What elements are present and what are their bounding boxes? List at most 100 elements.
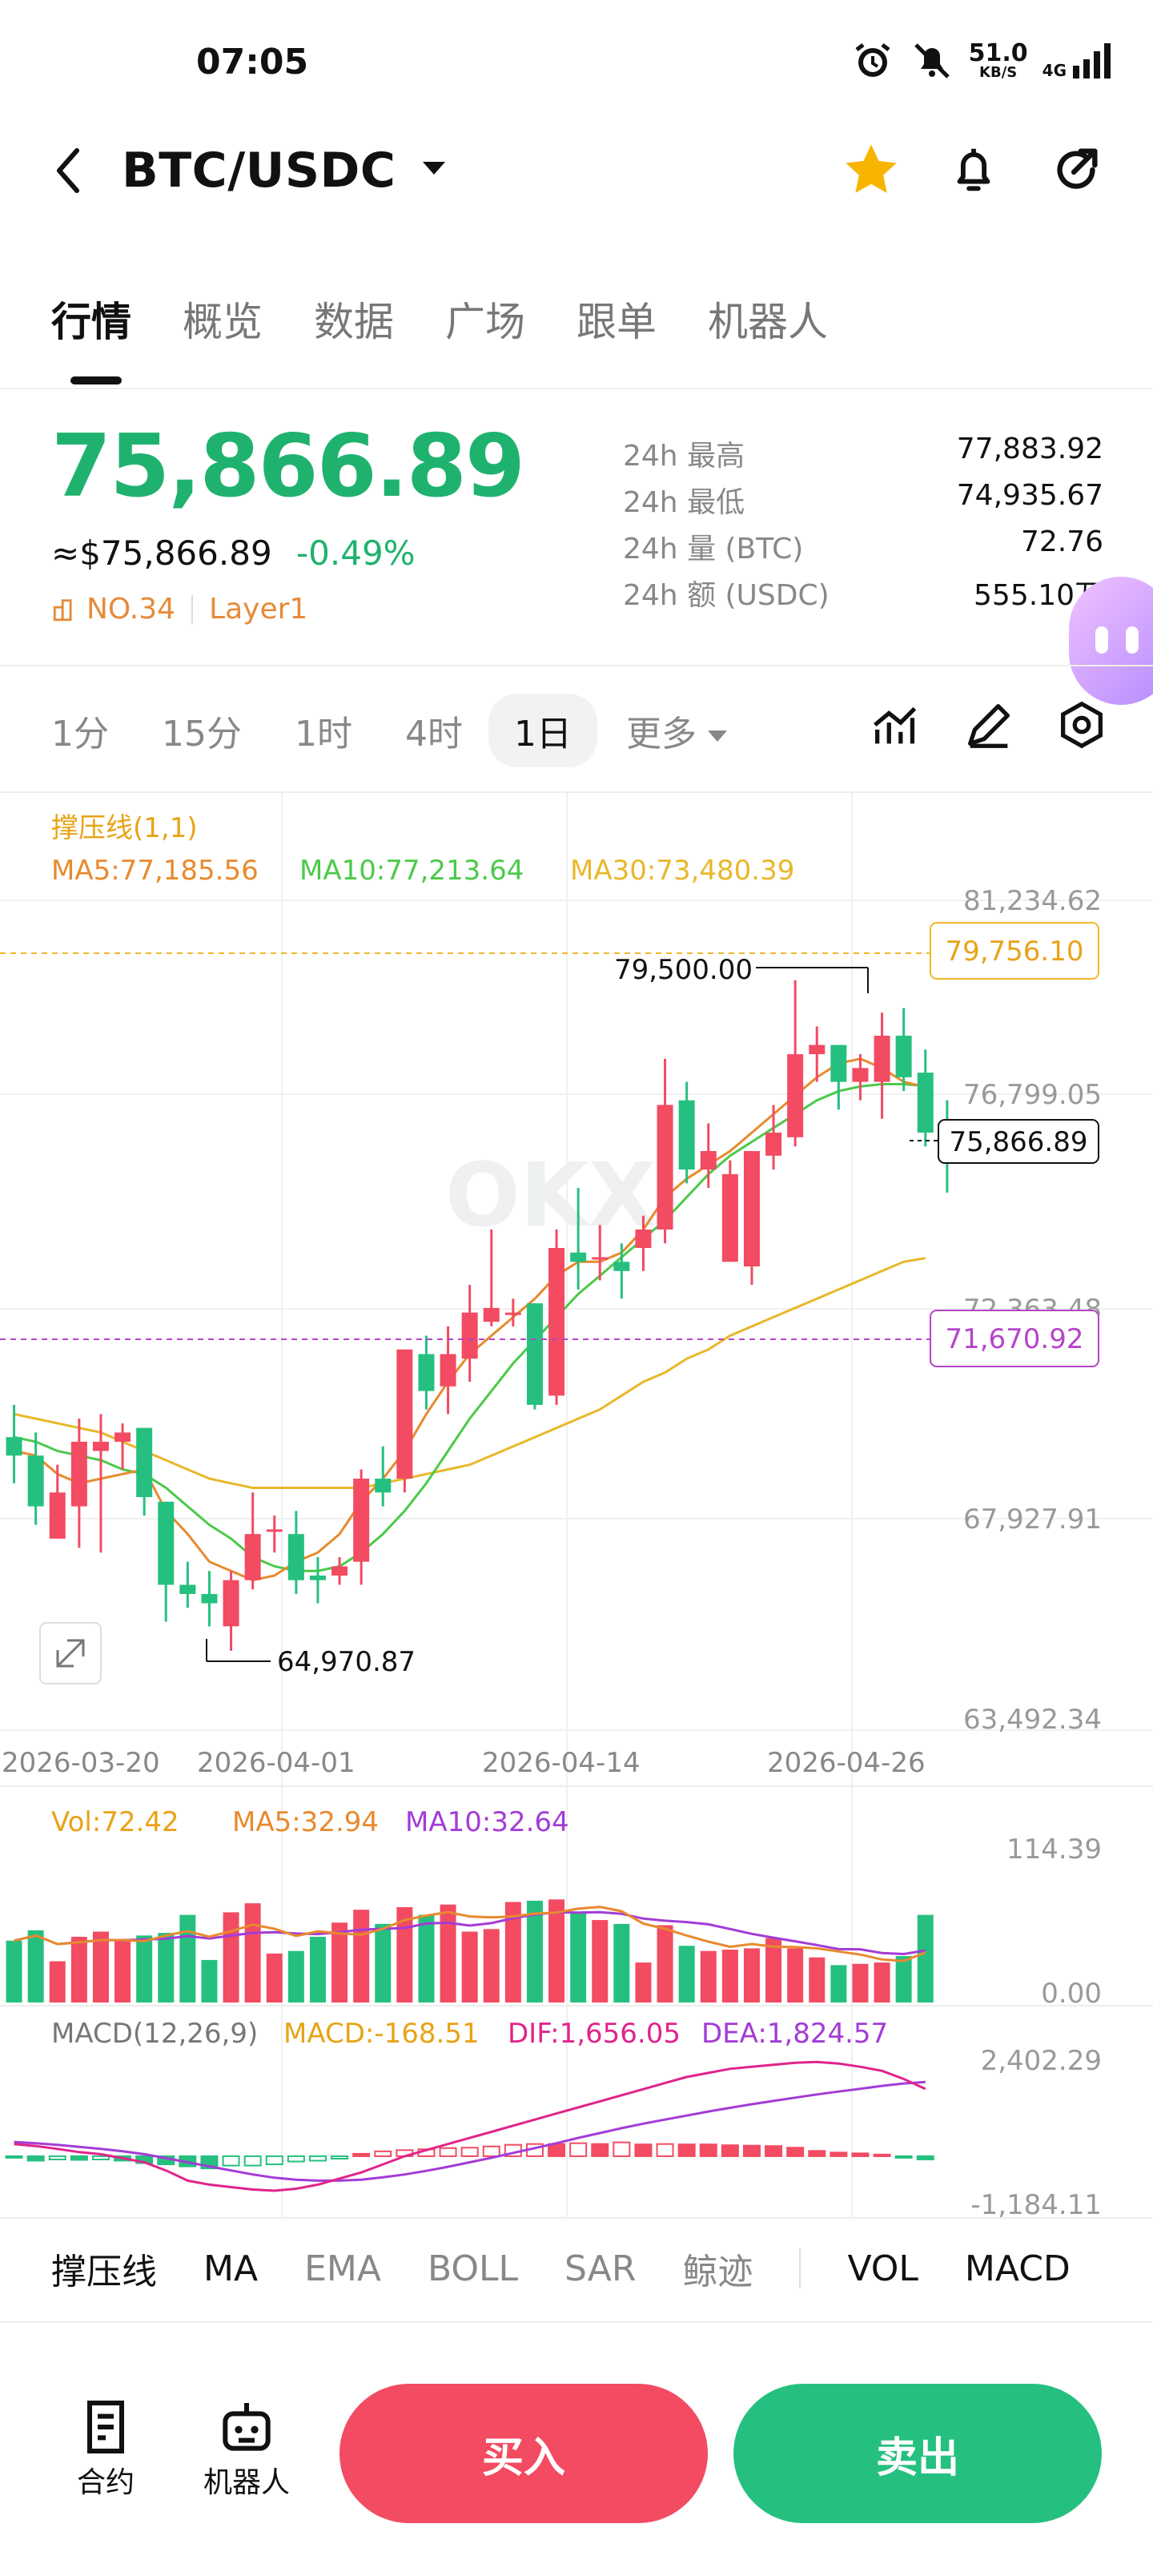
volume-bar [375,1923,392,2002]
indicator-ma[interactable]: MA [203,2248,258,2289]
kline-chart[interactable]: OKX 撑压线(1,1) MA5:77,185.56 MA10:77,213.6… [0,793,1153,2219]
indicator-sar[interactable]: SAR [564,2248,636,2289]
candle-body [223,1580,239,1627]
back-arrow-icon[interactable] [50,143,90,199]
volume-bar [418,1914,435,2002]
watermark-logo: OKX [445,1144,657,1246]
dea-value: DEA:1,824.57 [701,2018,888,2050]
rank-separator [191,594,194,624]
volume-bar [483,1929,500,2002]
nav-contract[interactable]: 合约 [74,2395,138,2501]
candle-body [874,1036,890,1082]
expand-chart-icon[interactable] [39,1622,102,1684]
volume-bar [852,1963,869,2002]
macd-bar [243,2155,262,2167]
stat-value: 74,935.67 [956,479,1103,512]
rank-row: NO.34 Layer1 [51,593,307,626]
volume-bar [158,1933,175,2002]
nav-robot[interactable]: 机器人 [203,2395,290,2501]
tab-overview[interactable]: 概览 [183,290,263,348]
tab-data[interactable]: 数据 [314,290,394,348]
pair-dropdown-caret-icon[interactable] [423,162,445,175]
settings-hexagon-icon[interactable] [1054,697,1110,753]
buy-button[interactable]: 买入 [339,2384,708,2523]
macd-bar [613,2141,631,2157]
candle-body [418,1354,435,1391]
indicator-icon[interactable] [868,697,924,753]
x-tick: 2026-04-01 [197,1747,356,1779]
macd-bar [460,2147,479,2157]
candle-body [809,1044,826,1055]
macd-bar [677,2143,696,2157]
candle-body [396,1349,413,1479]
stat-low: 24h 最低 74,935.67 [623,479,1103,525]
candle-body [787,1054,804,1137]
bottom-divider [0,2321,1153,2323]
pair-title[interactable]: BTC/USDC [122,143,396,199]
indicator-sr[interactable]: 撑压线 [51,2243,157,2294]
candle-body [461,1312,478,1359]
macd-bar [352,2152,371,2157]
tab-square[interactable]: 广场 [445,290,525,348]
stat-label: 24h 最低 [623,486,745,519]
macd-bar [808,2150,826,2157]
high-label: 79,500.00 [614,954,753,986]
net-speed-unit: KB/S [979,64,1018,81]
usd-price: ≈$75,866.89 [51,533,272,573]
period-1m[interactable]: 1分 [51,705,109,756]
candle-body [526,1303,543,1405]
candle-body [678,1100,695,1170]
share-icon[interactable] [1044,138,1108,202]
stat-value: 72.76 [1020,525,1103,558]
period-4h[interactable]: 4时 [405,705,463,756]
candle-body [92,1441,109,1451]
x-tick: 2026-04-14 [482,1747,641,1779]
macd-bar [656,2143,674,2157]
contract-doc-icon [87,2401,124,2453]
candle-body [504,1312,521,1315]
indicator-bar-divider [0,2217,1153,2219]
volume-bar [787,1948,804,2002]
stat-label: 24h 额 (USDC) [623,579,830,612]
volume-bar [179,1914,196,2002]
rank-badge[interactable]: NO.34 [51,593,175,626]
volume-bar [92,1931,109,2002]
candle-body [548,1248,565,1396]
period-more[interactable]: 更多 [626,705,727,756]
tab-copy-trade[interactable]: 跟单 [576,290,657,348]
volume-bar [49,1961,66,2002]
period-1d[interactable]: 1日 [488,694,597,767]
y-tick: 81,234.62 [963,885,1102,917]
macd-bar [482,2145,500,2157]
category-tag[interactable]: Layer1 [209,593,307,626]
assistant-face-icon [1095,626,1139,654]
indicator-ema[interactable]: EMA [304,2248,381,2289]
indicator-boll[interactable]: BOLL [428,2248,518,2289]
macd-bar [439,2147,457,2157]
y-tick: 63,492.34 [963,1704,1102,1736]
ticker-divider [0,665,1153,666]
period-1h[interactable]: 1时 [295,705,352,756]
status-icons: 51.0 KB/S 4G [850,38,1113,83]
last-price-value: 75,866.89 [949,1126,1087,1158]
indicator-macd[interactable]: MACD [965,2248,1071,2289]
volume-bar [743,1948,760,2002]
tab-market[interactable]: 行情 [51,290,131,348]
sell-button[interactable]: 卖出 [733,2384,1102,2523]
macd-bar [873,2153,891,2157]
macd-value: MACD:-168.51 [283,2018,480,2050]
indicator-whale[interactable]: 鲸迹 [682,2243,753,2294]
alert-bell-icon[interactable] [942,138,1006,202]
draw-pen-icon[interactable] [961,697,1017,753]
indicator-vol[interactable]: VOL [847,2248,918,2289]
sr-indicator-title: 撑压线(1,1) [51,812,198,844]
volume-bar [461,1931,478,2002]
x-tick: 2026-03-20 [2,1747,160,1779]
favorite-star-icon[interactable] [839,138,903,202]
period-15m[interactable]: 15分 [162,705,242,756]
macd-bar [916,2155,934,2160]
tab-robot[interactable]: 机器人 [708,290,828,348]
period-more-label: 更多 [626,714,697,755]
volume-bar [287,1950,304,2002]
period-selector: 1分 15分 1时 4时 1日 更多 [51,694,780,767]
